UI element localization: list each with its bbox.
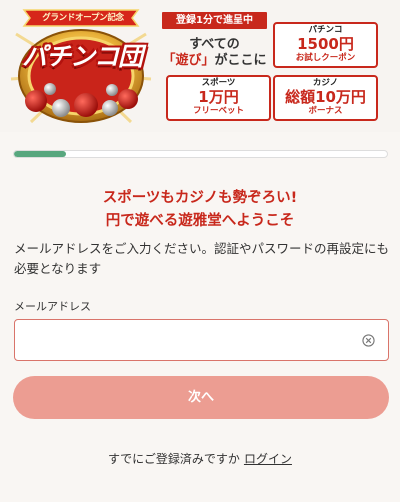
next-button[interactable]: 次へ — [13, 376, 389, 419]
offer-amount: 総額10万円 — [285, 88, 366, 106]
offer-sub: フリーベット — [192, 106, 244, 116]
logo-title: パチンコ団 — [21, 42, 143, 71]
tagline-rest: がここに — [214, 53, 267, 68]
circle-x-icon[interactable] — [362, 334, 375, 347]
offer-amount: 1万円 — [198, 88, 239, 106]
tagline-highlight: 「遊び」 — [162, 53, 215, 68]
offer-pachinko: パチンコ 1500円 お試しクーポン — [273, 22, 378, 68]
offer-sports: スポーツ 1万円 フリーベット — [166, 75, 271, 121]
instruction-text: メールアドレスをご入力ください。認証やパスワードの再設定にも必要となります — [14, 241, 390, 276]
login-link[interactable]: ログイン — [244, 452, 292, 466]
email-label: メールアドレス — [14, 300, 91, 313]
progress-fill — [14, 151, 67, 157]
offer-casino: カジノ 総額10万円 ボーナス — [273, 75, 378, 121]
headline-line2: 円で遊べる遊雅堂へようこそ — [105, 213, 295, 229]
email-field[interactable] — [15, 320, 345, 360]
offer-amount: 1500円 — [297, 35, 354, 53]
offer-sub: お試しクーポン — [295, 53, 356, 63]
login-prompt-text: すでにご登録済みですか — [108, 452, 240, 466]
tagline-line2: 「遊び」がここに — [162, 49, 267, 68]
email-field-container — [14, 319, 389, 361]
promo-banner[interactable]: グランドオープン記念 パチンコ団 登録1分で進呈中 すべての 「遊び」がここに … — [0, 0, 400, 132]
logo-ribbon-text: グランドオープン記念 — [42, 13, 124, 23]
registration-badge: 登録1分で進呈中 — [162, 12, 267, 29]
offer-sub: ボーナス — [308, 106, 343, 116]
registration-progress-bar — [13, 150, 388, 158]
login-prompt-line: すでにご登録済みですか ログイン — [0, 450, 400, 467]
pachinko-logo-icon: グランドオープン記念 パチンコ団 — [6, 4, 156, 128]
headline-line1: スポーツもカジノも勢ぞろい! — [102, 190, 298, 206]
